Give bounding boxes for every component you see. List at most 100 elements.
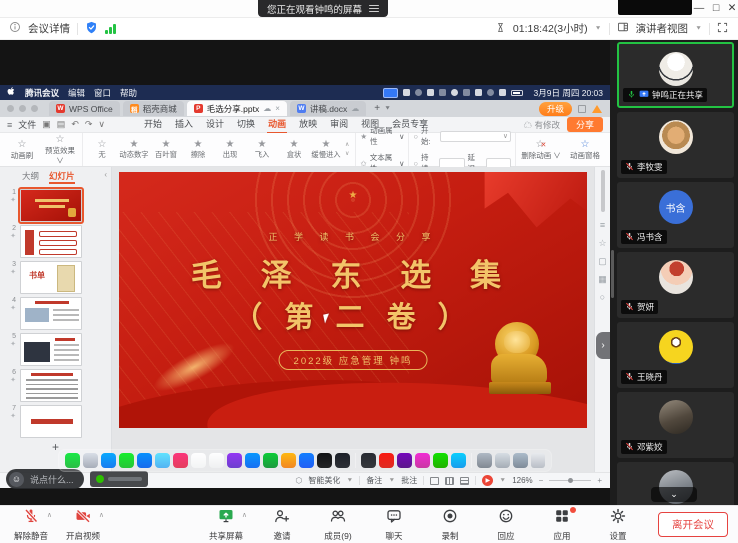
tab-list-caret-icon[interactable]: ▼: [384, 106, 391, 112]
outline-icon[interactable]: ≡: [600, 221, 605, 230]
emoji-button[interactable]: ☺: [9, 472, 24, 487]
dock-app-icon[interactable]: [379, 453, 394, 468]
close-tab-icon[interactable]: ×: [275, 104, 280, 113]
participant-tile-3[interactable]: 贺妍: [617, 252, 734, 318]
reading-view-icon[interactable]: [460, 477, 469, 485]
restore-window-icon[interactable]: [578, 105, 586, 113]
dock-app-icon[interactable]: [361, 453, 376, 468]
dock-app-icon[interactable]: [513, 453, 528, 468]
sorter-view-icon[interactable]: [445, 477, 454, 485]
settings-button[interactable]: 设置: [595, 508, 641, 542]
undo-icon[interactable]: ↶: [71, 119, 79, 130]
react-button[interactable]: 回应: [483, 508, 529, 542]
dock-app-icon[interactable]: [209, 453, 224, 468]
trash-icon[interactable]: [531, 453, 545, 468]
leave-meeting-button[interactable]: 离开会议: [658, 512, 728, 537]
ribbon-tab-动画[interactable]: 动画: [267, 116, 287, 134]
mac-menu-0[interactable]: 腾讯会议: [25, 87, 59, 99]
ribbon-tab-放映[interactable]: 放映: [298, 116, 318, 134]
dock-app-icon[interactable]: [281, 453, 296, 468]
normal-view-icon[interactable]: [430, 477, 439, 485]
ribbon-tab-切换[interactable]: 切换: [236, 116, 256, 134]
new-tab-button[interactable]: +: [374, 103, 380, 114]
animation-effect-4[interactable]: ★出现: [215, 139, 245, 160]
grid-icon[interactable]: ▦: [598, 275, 607, 284]
dock-app-icon[interactable]: [397, 453, 412, 468]
animation-effect-7[interactable]: ★缓慢进入: [311, 139, 341, 160]
screen-record-indicator-icon[interactable]: [383, 88, 398, 98]
dock-app-icon[interactable]: [451, 453, 466, 468]
traffic-light-zoom[interactable]: [31, 105, 38, 112]
wps-tab-0[interactable]: WWPS Office: [49, 101, 120, 116]
dock-app-icon[interactable]: [317, 453, 332, 468]
animation-effect-2[interactable]: ★百叶窗: [151, 139, 181, 160]
start-video-button[interactable]: 开启视频∧: [60, 508, 106, 542]
slide-thumbnail-6[interactable]: [20, 369, 82, 402]
chat-button[interactable]: 聊天: [371, 508, 417, 542]
ribbon-tab-插入[interactable]: 插入: [174, 116, 194, 134]
slide-thumbnail-4[interactable]: [20, 297, 82, 330]
dock-app-icon[interactable]: [335, 453, 350, 468]
timer-caret-icon[interactable]: ▼: [595, 26, 602, 32]
zoom-in-button[interactable]: +: [597, 476, 602, 485]
ribbon-tab-审阅[interactable]: 审阅: [329, 116, 349, 134]
wps-tab-2[interactable]: P毛选分享.pptx☁×: [187, 101, 287, 116]
animation-property-button[interactable]: ★动画属性 ∨: [360, 125, 404, 147]
caret-up-icon[interactable]: ∧: [99, 511, 104, 519]
slide-thumbnail-3[interactable]: 书单: [20, 261, 82, 294]
file-menu[interactable]: 文件: [18, 118, 36, 131]
dock-app-icon[interactable]: [83, 453, 98, 468]
animation-effect-3[interactable]: ★擦除: [183, 139, 213, 160]
mac-menu-2[interactable]: 窗口: [94, 87, 111, 99]
warning-icon[interactable]: [592, 105, 602, 113]
slides-tab[interactable]: 幻灯片: [49, 170, 75, 184]
caret-up-icon[interactable]: ∧: [242, 511, 247, 519]
apps-button[interactable]: 应用: [539, 508, 585, 542]
participant-tile-2[interactable]: 书含冯书含: [617, 182, 734, 248]
animation-pane-button[interactable]: ☆动画窗格: [564, 139, 606, 161]
view-mode-label[interactable]: 演讲者视图: [636, 21, 689, 36]
share-screen-button[interactable]: 共享屏幕∧: [203, 508, 249, 542]
fullscreen-icon[interactable]: [717, 22, 728, 36]
dock-app-icon[interactable]: [415, 453, 430, 468]
preview-effect-button[interactable]: ☆预览效果 ∨: [42, 134, 78, 165]
notes-button[interactable]: 备注: [366, 475, 382, 486]
dock-app-icon[interactable]: [245, 453, 260, 468]
panel-collapse-icon[interactable]: ‹: [104, 170, 107, 179]
animation-effect-0[interactable]: ☆无: [87, 139, 117, 160]
slide-thumbnail-5[interactable]: [20, 333, 82, 366]
sidebar-toggle-chevron[interactable]: ›: [596, 332, 610, 359]
dock-app-icon[interactable]: [227, 453, 242, 468]
delete-animation-button[interactable]: ☆✕删除动画 ∨: [520, 139, 562, 161]
outline-tab[interactable]: 大纲: [22, 170, 39, 184]
minimize-button[interactable]: —: [692, 2, 706, 14]
banner-menu-icon[interactable]: [369, 4, 379, 14]
participant-tile-4[interactable]: 王晓丹: [617, 322, 734, 388]
slide-thumbnail-2[interactable]: [20, 225, 82, 258]
wps-tab-3[interactable]: W讲稿.docx☁: [290, 101, 366, 116]
wps-share-button[interactable]: 分享: [567, 117, 603, 132]
dock-app-icon[interactable]: [433, 453, 448, 468]
dock-app-icon[interactable]: [137, 453, 152, 468]
shield-icon[interactable]: [85, 21, 98, 37]
ribbon-tab-设计[interactable]: 设计: [205, 116, 225, 134]
upgrade-button[interactable]: 升级: [539, 102, 572, 116]
copy-icon[interactable]: ▢: [598, 257, 607, 266]
record-button[interactable]: 录制: [427, 508, 473, 542]
more-icon[interactable]: ∨: [98, 119, 105, 130]
maximize-button[interactable]: □: [709, 2, 723, 14]
dock-app-icon[interactable]: [101, 453, 116, 468]
view-caret-icon[interactable]: ▼: [695, 26, 702, 32]
dock-app-icon[interactable]: [65, 453, 80, 468]
mac-menu-1[interactable]: 编辑: [68, 87, 85, 99]
start-select[interactable]: ∨: [440, 131, 511, 142]
info-icon[interactable]: [9, 21, 21, 36]
apple-icon[interactable]: [7, 87, 16, 98]
save-icon[interactable]: ▣: [42, 119, 51, 130]
participant-tile-5[interactable]: 邓紫姣: [617, 392, 734, 458]
animation-effect-6[interactable]: ★盒状: [279, 139, 309, 160]
dock-app-icon[interactable]: [119, 453, 134, 468]
dock-app-icon[interactable]: [299, 453, 314, 468]
animation-brush-button[interactable]: ☆动画刷: [4, 139, 40, 161]
dock-app-icon[interactable]: [173, 453, 188, 468]
